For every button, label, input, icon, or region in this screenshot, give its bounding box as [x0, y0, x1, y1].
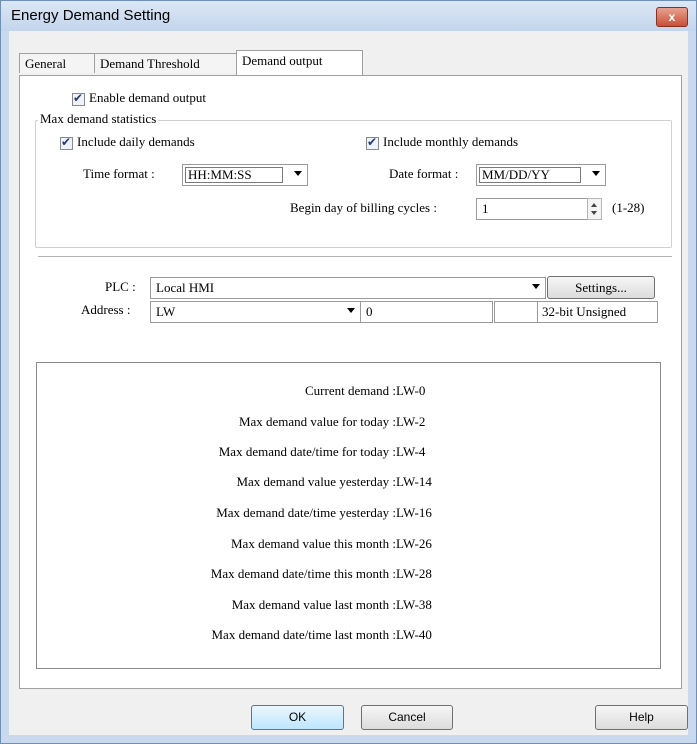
list-item-name: Max demand value this month : [230, 536, 396, 551]
list-item-name: Current demand : [305, 383, 396, 398]
dropdown-arrow-icon [347, 308, 355, 313]
list-item-name: Max demand value for today : [238, 414, 396, 429]
list-item-address: LW-26 [396, 536, 432, 551]
separator [38, 256, 672, 257]
demand-output-panel: ✔ Enable demand output Max demand statis… [19, 75, 682, 689]
list-item-name: Max demand date/time last month : [211, 627, 397, 642]
list-item-address: LW-28 [396, 566, 432, 581]
time-format-label: Time format : [83, 166, 155, 181]
list-item-name: Max demand date/time this month : [210, 566, 396, 581]
begin-day-range: (1-28) [612, 200, 645, 215]
tab-demand-threshold[interactable]: Demand Threshold [94, 53, 237, 73]
begin-day-spinner[interactable] [587, 198, 602, 220]
time-format-select[interactable]: HH:MM:SS [182, 164, 308, 186]
date-format-label: Date format : [389, 166, 459, 181]
begin-day-input[interactable]: 1 [476, 198, 590, 220]
tab-general[interactable]: General [19, 53, 95, 73]
list-item-address: LW-40 [396, 627, 432, 642]
list-item: Current demand : LW-0 [37, 383, 660, 401]
address-extra-input[interactable] [494, 301, 538, 323]
list-item: Max demand value last month : LW-38 [37, 597, 660, 615]
list-item-name: Max demand value last month : [231, 597, 396, 612]
list-item: Max demand date/time yesterday : LW-16 [37, 505, 660, 523]
begin-day-value: 1 [482, 201, 489, 216]
plc-settings-button[interactable]: Settings... [547, 276, 655, 299]
tab-demand-output[interactable]: Demand output [236, 50, 363, 75]
list-item-name: Max demand date/time yesterday : [216, 505, 396, 520]
list-item-address: LW-14 [396, 474, 432, 489]
list-item: Max demand date/time this month : LW-28 [37, 566, 660, 584]
address-label: Address : [81, 302, 131, 317]
list-item-address: LW-38 [396, 597, 432, 612]
list-item-address: LW-16 [396, 505, 432, 520]
checkmark-icon: ✔ [367, 135, 378, 149]
dropdown-arrow-icon [294, 171, 302, 176]
time-format-value: HH:MM:SS [188, 167, 252, 182]
plc-select[interactable]: Local HMI [150, 277, 546, 299]
include-daily-demands-label: Include daily demands [77, 134, 195, 149]
checkmark-icon: ✔ [61, 135, 72, 149]
date-format-select[interactable]: MM/DD/YY [476, 164, 606, 186]
list-item: Max demand date/time for today : LW-4 [37, 444, 660, 462]
checkmark-icon: ✔ [73, 91, 84, 105]
address-device-select[interactable]: LW [150, 301, 361, 323]
include-daily-demands-checkbox[interactable]: ✔ [60, 135, 73, 150]
title-bar[interactable]: Energy Demand Setting x [1, 1, 696, 31]
list-item: Max demand value yesterday : LW-14 [37, 474, 660, 492]
include-monthly-demands-checkbox[interactable]: ✔ [366, 135, 379, 150]
cancel-button[interactable]: Cancel [361, 705, 453, 730]
list-item-address: LW-2 [396, 414, 426, 429]
data-type-value: 32-bit Unsigned [542, 304, 627, 319]
list-item-name: Max demand value yesterday : [236, 474, 396, 489]
help-button[interactable]: Help [595, 705, 688, 730]
list-item-address: LW-0 [396, 383, 426, 398]
enable-demand-output-checkbox[interactable]: ✔ [72, 91, 85, 106]
begin-day-label: Begin day of billing cycles : [290, 200, 437, 215]
plc-value: Local HMI [156, 280, 215, 295]
address-device-value: LW [156, 304, 176, 319]
energy-demand-setting-dialog: Energy Demand Setting x General Demand T… [0, 0, 697, 744]
list-item: Max demand date/time last month : LW-40 [37, 627, 660, 645]
address-list: Current demand : LW-0 Max demand value fo… [36, 362, 661, 669]
plc-label: PLC : [105, 279, 136, 294]
address-value: 0 [366, 304, 373, 319]
list-item-address: LW-4 [396, 444, 426, 459]
dialog-client-area: General Demand Threshold Demand output ✔… [9, 31, 688, 735]
list-item: Max demand value for today : LW-2 [37, 414, 660, 432]
dropdown-arrow-icon [592, 171, 600, 176]
window-title: Energy Demand Setting [11, 7, 171, 24]
spin-down-icon [591, 211, 597, 215]
date-format-value: MM/DD/YY [482, 167, 550, 182]
ok-button[interactable]: OK [251, 705, 344, 730]
spin-up-icon [591, 203, 597, 207]
data-type-field: 32-bit Unsigned [537, 301, 658, 323]
max-demand-statistics-label: Max demand statistics [38, 111, 159, 127]
enable-demand-output-label: Enable demand output [89, 90, 206, 105]
address-input[interactable]: 0 [360, 301, 493, 323]
list-item-name: Max demand date/time for today : [218, 444, 396, 459]
dropdown-arrow-icon [532, 284, 540, 289]
close-button[interactable]: x [656, 7, 688, 27]
close-icon: x [668, 10, 676, 24]
list-item: Max demand value this month : LW-26 [37, 536, 660, 554]
include-monthly-demands-label: Include monthly demands [383, 134, 519, 149]
